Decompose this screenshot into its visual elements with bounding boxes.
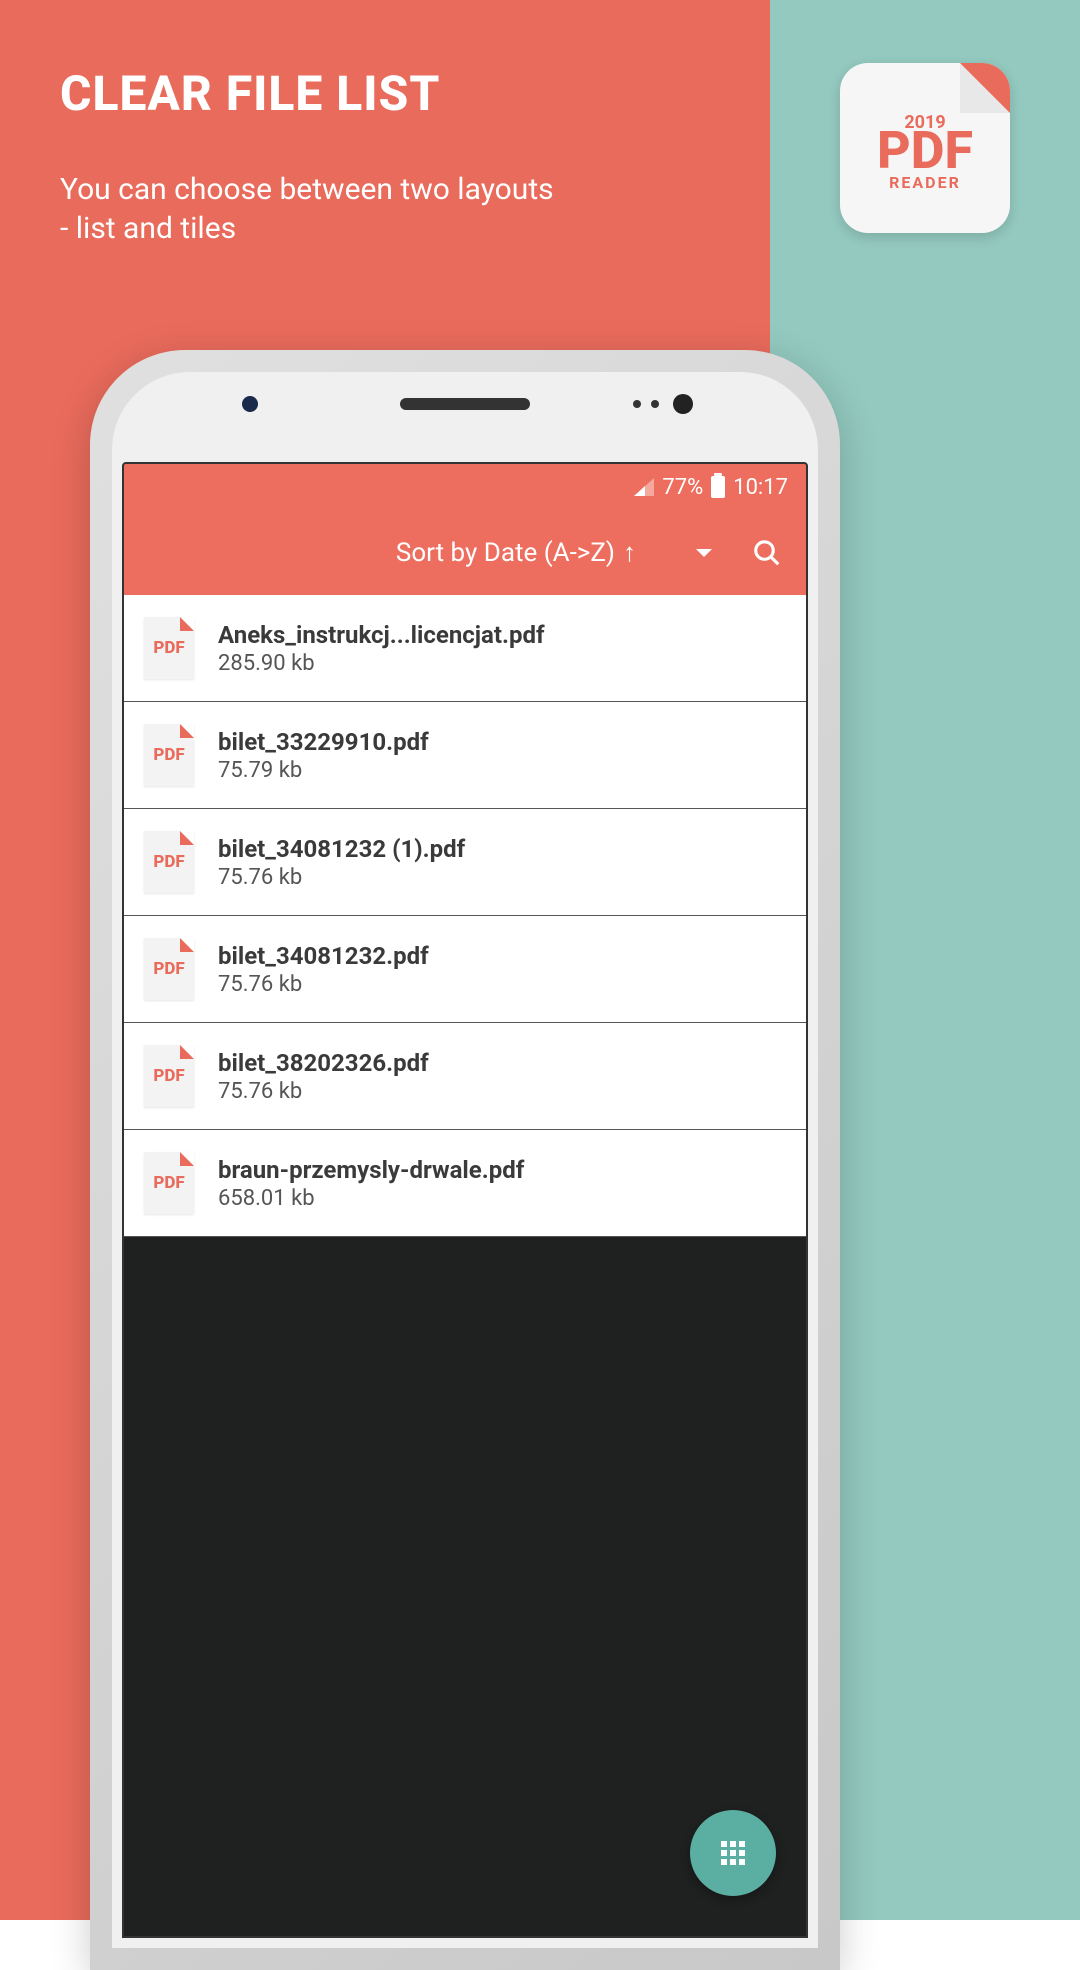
signal-icon bbox=[634, 478, 654, 496]
sort-label-text: Sort by Date (A->Z) bbox=[396, 538, 615, 568]
camera-dot bbox=[242, 396, 258, 412]
promo-subtitle: You can choose between two layouts - lis… bbox=[60, 170, 560, 248]
file-name: braun-przemysly-drwale.pdf bbox=[218, 1156, 524, 1184]
file-size: 75.76 kb bbox=[218, 865, 465, 890]
file-name: bilet_38202326.pdf bbox=[218, 1049, 429, 1077]
file-size: 285.90 kb bbox=[218, 651, 545, 676]
list-item[interactable]: PDF Aneks_instrukcj...licencjat.pdf 285.… bbox=[124, 595, 806, 702]
pdf-file-icon: PDF bbox=[144, 938, 194, 1000]
dropdown-icon[interactable] bbox=[696, 549, 712, 557]
pdf-file-icon: PDF bbox=[144, 1152, 194, 1214]
empty-bottom-area bbox=[124, 1237, 806, 1936]
phone-frame: 77% 10:17 Sort by Date (A->Z) ↑ bbox=[90, 350, 840, 1970]
pdf-file-icon: PDF bbox=[144, 1045, 194, 1107]
app-icon: 2019 PDF READER bbox=[840, 63, 1010, 233]
status-bar: 77% 10:17 bbox=[124, 464, 806, 510]
sort-button[interactable]: Sort by Date (A->Z) ↑ bbox=[396, 537, 636, 568]
app-icon-main-text: PDF bbox=[877, 125, 973, 177]
clock-time: 10:17 bbox=[733, 475, 788, 500]
phone-screen: 77% 10:17 Sort by Date (A->Z) ↑ bbox=[122, 462, 808, 1938]
file-name: bilet_33229910.pdf bbox=[218, 728, 429, 756]
phone-top-hardware bbox=[112, 398, 818, 410]
battery-icon bbox=[711, 476, 725, 498]
list-item[interactable]: PDF braun-przemysly-drwale.pdf 658.01 kb bbox=[124, 1130, 806, 1237]
list-item[interactable]: PDF bilet_33229910.pdf 75.79 kb bbox=[124, 702, 806, 809]
file-size: 75.79 kb bbox=[218, 758, 429, 783]
pdf-file-icon: PDF bbox=[144, 724, 194, 786]
promo-title: CLEAR FILE LIST bbox=[60, 65, 440, 122]
search-icon[interactable] bbox=[752, 538, 782, 568]
app-icon-sub-text: READER bbox=[889, 173, 961, 192]
sort-direction-arrow: ↑ bbox=[623, 537, 636, 568]
pdf-file-icon: PDF bbox=[144, 617, 194, 679]
file-name: bilet_34081232 (1).pdf bbox=[218, 835, 465, 863]
sensor-dots bbox=[633, 394, 693, 414]
file-size: 75.76 kb bbox=[218, 1079, 429, 1104]
file-list: PDF Aneks_instrukcj...licencjat.pdf 285.… bbox=[124, 595, 806, 1237]
list-item[interactable]: PDF bilet_38202326.pdf 75.76 kb bbox=[124, 1023, 806, 1130]
file-name: bilet_34081232.pdf bbox=[218, 942, 429, 970]
file-size: 75.76 kb bbox=[218, 972, 429, 997]
list-item[interactable]: PDF bilet_34081232.pdf 75.76 kb bbox=[124, 916, 806, 1023]
grid-icon bbox=[721, 1841, 745, 1865]
layout-toggle-fab[interactable] bbox=[690, 1810, 776, 1896]
app-toolbar: Sort by Date (A->Z) ↑ bbox=[124, 510, 806, 595]
speaker-grille bbox=[400, 398, 530, 410]
battery-percent: 77% bbox=[662, 475, 703, 500]
list-item[interactable]: PDF bilet_34081232 (1).pdf 75.76 kb bbox=[124, 809, 806, 916]
phone-bezel: 77% 10:17 Sort by Date (A->Z) ↑ bbox=[112, 372, 818, 1948]
pdf-file-icon: PDF bbox=[144, 831, 194, 893]
file-name: Aneks_instrukcj...licencjat.pdf bbox=[218, 621, 545, 649]
file-size: 658.01 kb bbox=[218, 1186, 524, 1211]
